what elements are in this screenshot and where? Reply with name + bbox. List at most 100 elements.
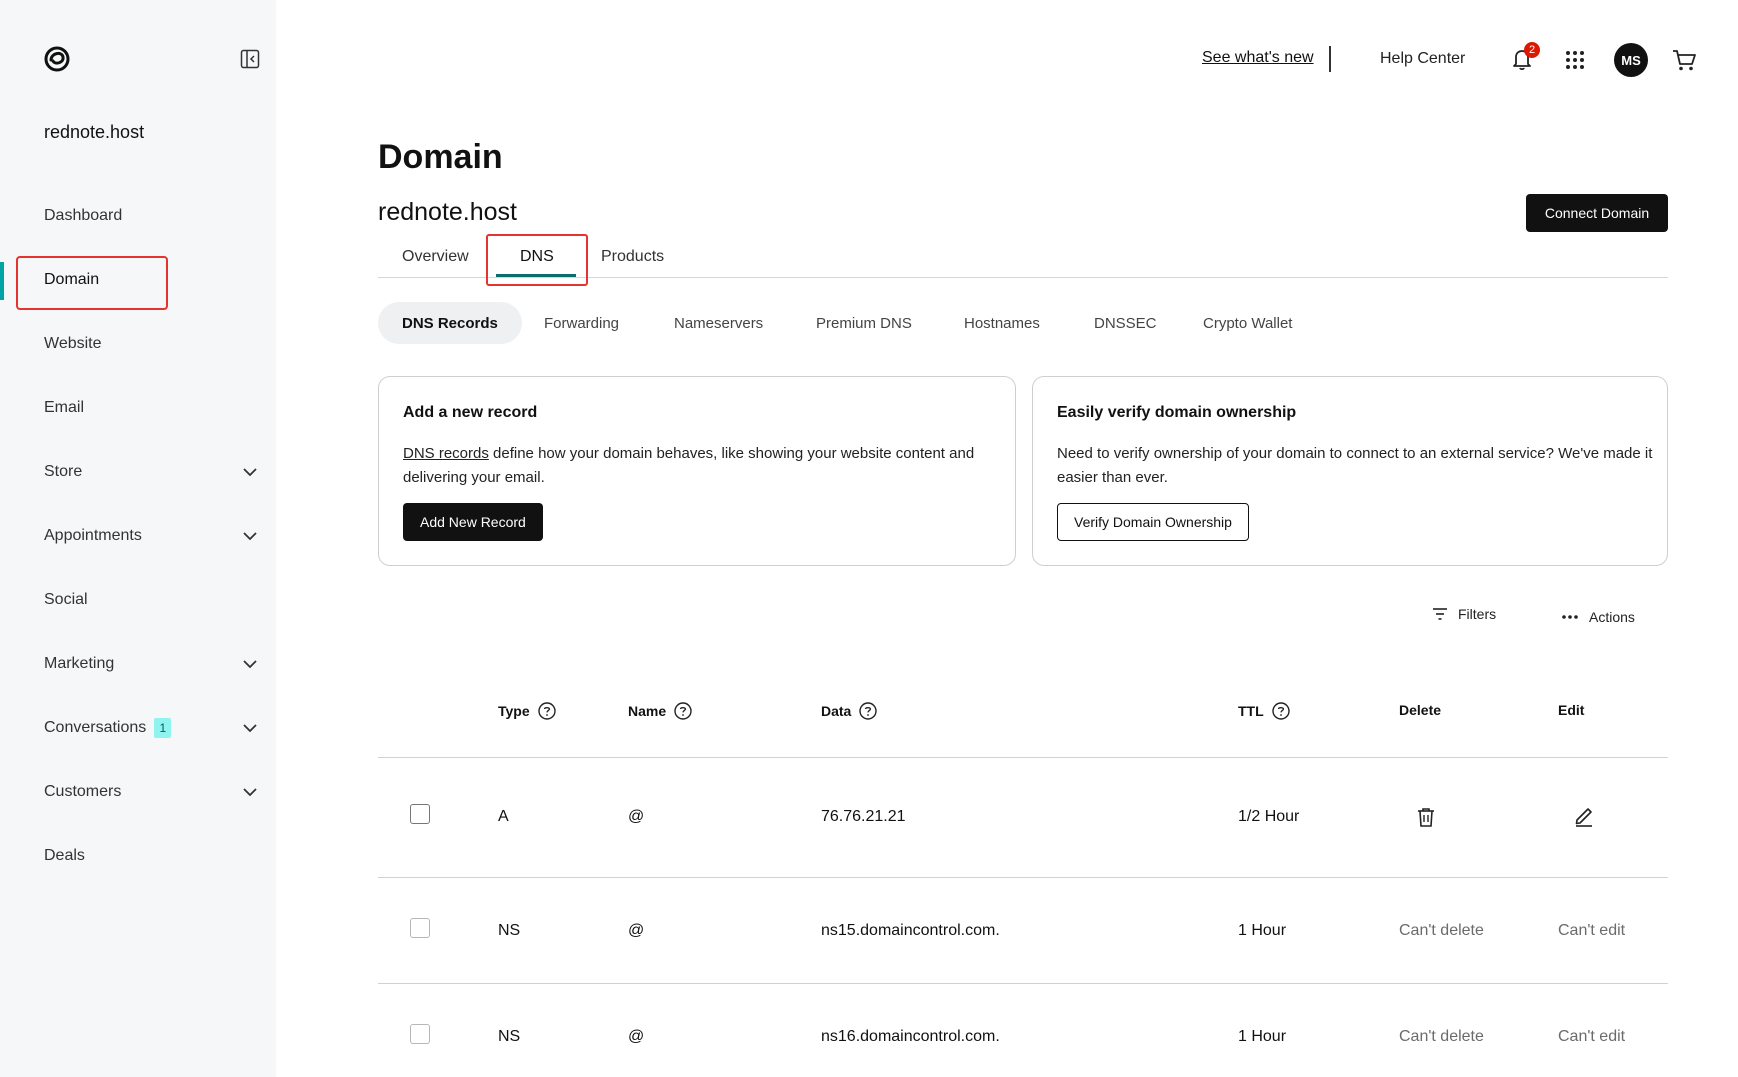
subtab-premium-dns[interactable]: Premium DNS (816, 302, 912, 344)
filters-button[interactable]: Filters (1432, 606, 1496, 622)
record-type: A (498, 808, 509, 825)
subtab-hostnames[interactable]: Hostnames (964, 302, 1040, 344)
chevron-down-icon[interactable] (242, 528, 258, 544)
subtab-dns-records[interactable]: DNS Records (378, 302, 522, 344)
pencil-icon[interactable] (1573, 805, 1595, 827)
record-data: ns15.domaincontrol.com. (821, 922, 1000, 939)
card-title: Easily verify domain ownership (1057, 404, 1297, 421)
avatar[interactable]: MS (1614, 43, 1648, 77)
chevron-down-icon[interactable] (242, 464, 258, 480)
sidebar-item-email[interactable]: Email (0, 376, 276, 440)
sidebar-item-marketing[interactable]: Marketing (0, 632, 276, 696)
subtab-forwarding[interactable]: Forwarding (544, 302, 619, 344)
sidebar-item-label: Email (44, 399, 85, 416)
subtab-dnssec[interactable]: DNSSEC (1094, 302, 1157, 344)
cart-icon[interactable] (1671, 47, 1697, 73)
row-checkbox[interactable] (410, 918, 430, 938)
dns-subtabs: DNS Records Forwarding Nameservers Premi… (378, 302, 1378, 346)
record-data: 76.76.21.21 (821, 808, 906, 825)
sidebar-item-customers[interactable]: Customers (0, 760, 276, 824)
actions-label: Actions (1589, 609, 1635, 625)
table-row: A @ 76.76.21.21 1/2 Hour (378, 758, 1668, 878)
sidebar-item-appointments[interactable]: Appointments (0, 504, 276, 568)
sidebar-item-label: Appointments (44, 527, 142, 544)
column-header-label: Name (628, 703, 667, 719)
filter-icon (1433, 608, 1447, 620)
whats-new-link[interactable]: See what's new (1202, 49, 1314, 67)
chevron-down-icon[interactable] (242, 784, 258, 800)
row-checkbox[interactable] (410, 1024, 430, 1044)
sidebar-item-label: Website (44, 335, 102, 352)
card-description: DNS records define how your domain behav… (403, 442, 1003, 490)
dns-records-table: Type Name Data TTL Delete Edit A @ 76.76… (378, 680, 1668, 1077)
column-header-name: Name (628, 702, 692, 720)
divider (1329, 46, 1331, 72)
subtab-crypto-wallet[interactable]: Crypto Wallet (1203, 302, 1292, 344)
actions-button[interactable]: Actions (1561, 609, 1635, 625)
column-header-data: Data (821, 702, 878, 720)
more-horizontal-icon (1562, 615, 1578, 619)
column-header-delete: Delete (1399, 702, 1441, 718)
sidebar-item-dashboard[interactable]: Dashboard (0, 184, 276, 248)
page-title: Domain (378, 138, 503, 176)
sidebar-item-domain[interactable]: Domain (0, 248, 276, 312)
record-name: @ (628, 808, 645, 825)
row-checkbox[interactable] (410, 804, 430, 824)
sidebar-item-label: Customers (44, 783, 122, 800)
sidebar: rednote.host Dashboard Domain Website Em… (0, 0, 276, 1077)
help-center-link[interactable]: Help Center (1380, 50, 1465, 68)
help-circle-icon[interactable] (859, 702, 878, 720)
cant-delete-text: Can't delete (1399, 922, 1484, 939)
card-description: Need to verify ownership of your domain … (1057, 445, 1653, 486)
help-circle-icon[interactable] (674, 702, 692, 720)
column-header-label: Data (821, 703, 852, 719)
sidebar-item-social[interactable]: Social (0, 568, 276, 632)
card-description-text: define how your domain behaves, like sho… (403, 445, 975, 486)
sidebar-item-store[interactable]: Store (0, 440, 276, 504)
column-header-ttl: TTL (1238, 702, 1290, 720)
tab-products[interactable]: Products (601, 248, 664, 266)
godaddy-logo-icon[interactable] (42, 44, 72, 74)
column-header-label: TTL (1238, 703, 1264, 719)
sidebar-item-website[interactable]: Website (0, 312, 276, 376)
help-circle-icon[interactable] (537, 702, 556, 720)
sidebar-site-name: rednote.host (44, 122, 145, 142)
column-header-type: Type (498, 702, 556, 720)
sidebar-nav: Dashboard Domain Website Email Store App… (0, 184, 276, 888)
table-row: NS @ ns16.domaincontrol.com. 1 Hour Can'… (378, 984, 1668, 1077)
conversations-count-badge: 1 (154, 718, 172, 738)
tab-overview[interactable]: Overview (402, 248, 469, 266)
subtab-nameservers[interactable]: Nameservers (674, 302, 763, 344)
apps-grid-icon[interactable] (1565, 50, 1585, 70)
sidebar-item-label: Dashboard (44, 207, 123, 224)
dns-records-link[interactable]: DNS records (403, 445, 489, 462)
verify-domain-ownership-button[interactable]: Verify Domain Ownership (1057, 503, 1249, 541)
highlight-box (486, 234, 588, 286)
domain-tabs: Overview DNS Products (378, 234, 1668, 286)
cant-delete-text: Can't delete (1399, 1028, 1484, 1045)
record-name: @ (628, 922, 645, 939)
cant-edit-text: Can't edit (1558, 1028, 1626, 1045)
chevron-down-icon[interactable] (242, 720, 258, 736)
record-ttl: 1/2 Hour (1238, 808, 1300, 825)
filters-label: Filters (1458, 606, 1497, 622)
record-ttl: 1 Hour (1238, 922, 1287, 939)
add-new-record-button[interactable]: Add New Record (403, 503, 543, 541)
top-bar: See what's new Help Center 2 MS (278, 40, 1738, 80)
connect-domain-button[interactable]: Connect Domain (1526, 194, 1668, 232)
column-header-label: Type (498, 703, 530, 719)
highlight-box (16, 256, 168, 310)
sidebar-item-conversations[interactable]: Conversations 1 (0, 696, 276, 760)
notification-count-badge: 2 (1524, 42, 1540, 58)
add-record-card: Add a new record DNS records define how … (378, 376, 1016, 566)
collapse-sidebar-icon[interactable] (240, 49, 260, 69)
column-header-label: Edit (1558, 702, 1585, 718)
help-circle-icon[interactable] (1271, 702, 1290, 720)
sidebar-item-label: Social (44, 591, 88, 608)
trash-icon[interactable] (1415, 806, 1437, 828)
chevron-down-icon[interactable] (242, 656, 258, 672)
sidebar-item-deals[interactable]: Deals (0, 824, 276, 888)
sidebar-item-label: Marketing (44, 655, 115, 672)
record-name: @ (628, 1028, 645, 1045)
column-header-edit: Edit (1558, 702, 1584, 718)
